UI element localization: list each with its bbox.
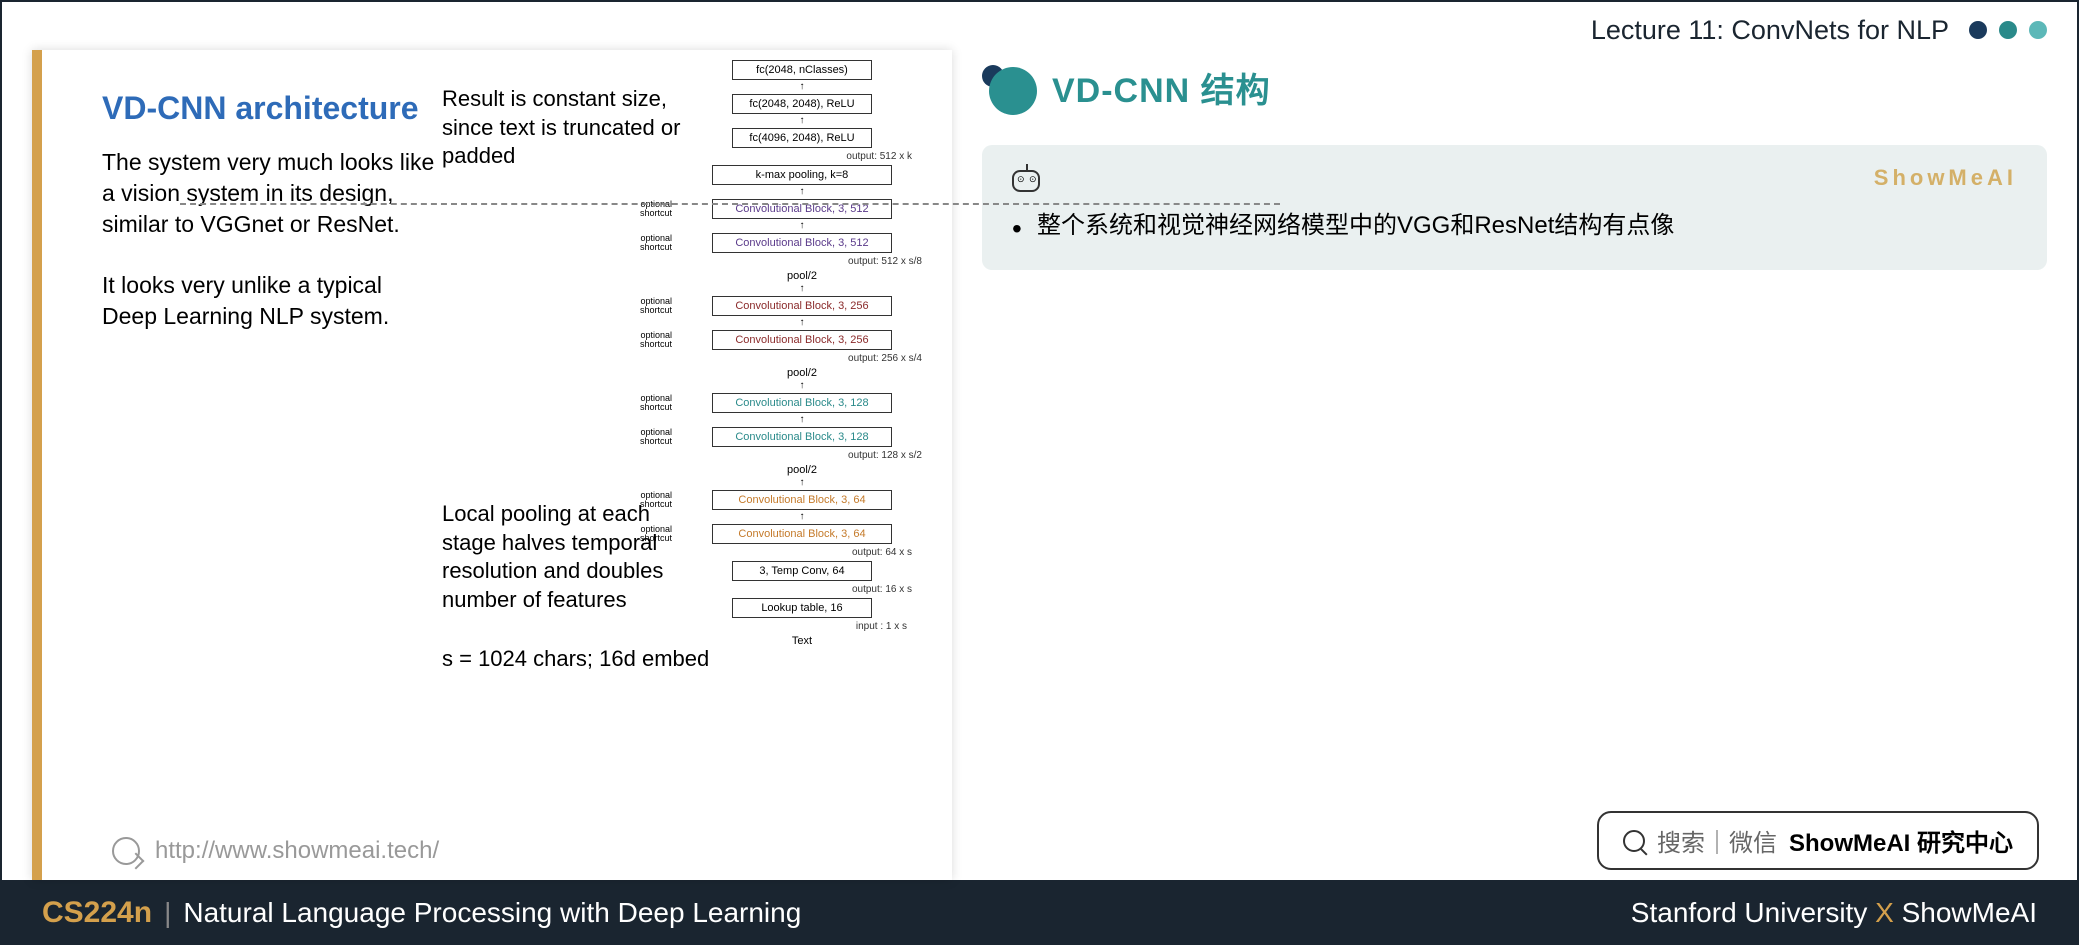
diagram-box: 3, Temp Conv, 64 bbox=[732, 561, 872, 581]
arrow-icon: ↑ bbox=[800, 382, 805, 390]
section-title: VD-CNN 结构 bbox=[1052, 63, 1271, 112]
section-header: VD-CNN 结构 bbox=[982, 60, 2047, 115]
arrow-icon: ↑ bbox=[800, 319, 805, 327]
annotation-text: Result is constant size, since text is t… bbox=[442, 85, 692, 171]
main-content: VD-CNN architecture The system very much… bbox=[2, 50, 2077, 880]
shortcut-label: optional shortcut bbox=[637, 428, 672, 446]
annotation-text: Local pooling at each stage halves tempo… bbox=[442, 500, 692, 614]
divider-text: | bbox=[164, 897, 171, 929]
dot-icon bbox=[2029, 21, 2047, 39]
slide-paragraph: The system very much looks like a vision… bbox=[102, 147, 442, 240]
search-brand: ShowMeAI 研究中心 bbox=[1789, 823, 2013, 858]
search-label: 搜索｜微信 bbox=[1657, 823, 1777, 858]
annotation-text: s = 1024 chars; 16d embed bbox=[442, 645, 709, 674]
slide-body: VD-CNN architecture The system very much… bbox=[42, 50, 952, 880]
robot-icon bbox=[1012, 170, 1040, 192]
separator-x: X bbox=[1875, 897, 1894, 928]
diagram-label: pool/2 bbox=[787, 270, 817, 282]
page-footer: CS224n | Natural Language Processing wit… bbox=[2, 880, 2077, 945]
architecture-diagram: fc(2048, nClasses) ↑ fc(2048, 2048), ReL… bbox=[672, 60, 932, 647]
diagram-box: fc(4096, 2048), ReLU bbox=[732, 128, 872, 148]
url-text[interactable]: http://www.showmeai.tech/ bbox=[155, 837, 439, 865]
diagram-label: output: 512 x k bbox=[846, 151, 912, 162]
diagram-box: Convolutional Block, 3, 256 bbox=[712, 330, 892, 350]
shortcut-label: optional shortcut bbox=[637, 234, 672, 252]
connector-line bbox=[180, 203, 1280, 205]
arrow-icon: ↑ bbox=[800, 416, 805, 424]
dot-icon bbox=[1969, 21, 1987, 39]
diagram-label: output: 16 x s bbox=[852, 584, 912, 595]
arrow-icon: ↑ bbox=[800, 513, 805, 521]
shortcut-label: optional shortcut bbox=[637, 297, 672, 315]
page-header: Lecture 11: ConvNets for NLP bbox=[2, 2, 2077, 50]
section-icon bbox=[982, 60, 1037, 115]
diagram-label: input : 1 x s bbox=[856, 621, 907, 632]
footer-right: Stanford University X ShowMeAI bbox=[1631, 897, 2037, 929]
arrow-icon: ↑ bbox=[800, 285, 805, 293]
diagram-label: pool/2 bbox=[787, 367, 817, 379]
arrow-icon: ↑ bbox=[800, 222, 805, 230]
diagram-box: Convolutional Block, 3, 128 bbox=[712, 427, 892, 447]
arrow-icon: ↑ bbox=[800, 188, 805, 196]
shortcut-label: optional shortcut bbox=[637, 491, 672, 509]
dot-icon bbox=[1999, 21, 2017, 39]
bullet-text: 整个系统和视觉神经网络模型中的VGG和ResNet结构有点像 bbox=[1012, 207, 2017, 245]
university-name: Stanford University bbox=[1631, 897, 1868, 928]
arrow-icon: ↑ bbox=[800, 117, 805, 125]
info-box: ShowMeAI 整个系统和视觉神经网络模型中的VGG和ResNet结构有点像 bbox=[982, 145, 2047, 270]
diagram-box: Convolutional Block, 3, 512 bbox=[712, 233, 892, 253]
diagram-label: pool/2 bbox=[787, 464, 817, 476]
search-hint: 搜索｜微信 ShowMeAI 研究中心 bbox=[1597, 811, 2039, 870]
circle-icon bbox=[989, 67, 1037, 115]
diagram-box: Convolutional Block, 3, 64 bbox=[712, 490, 892, 510]
diagram-label: output: 64 x s bbox=[852, 547, 912, 558]
diagram-label: output: 128 x s/2 bbox=[848, 450, 922, 461]
diagram-box: Convolutional Block, 3, 256 bbox=[712, 296, 892, 316]
diagram-box: Convolutional Block, 3, 128 bbox=[712, 393, 892, 413]
diagram-box: Convolutional Block, 3, 64 bbox=[712, 524, 892, 544]
lecture-title: Lecture 11: ConvNets for NLP bbox=[1591, 15, 1949, 46]
brand-label: ShowMeAI bbox=[1874, 165, 2017, 191]
diagram-label: Text bbox=[792, 635, 812, 647]
url-footer: http://www.showmeai.tech/ bbox=[112, 837, 439, 865]
translation-panel: VD-CNN 结构 ShowMeAI 整个系统和视觉神经网络模型中的VGG和Re… bbox=[982, 50, 2047, 880]
diagram-box: k-max pooling, k=8 bbox=[712, 165, 892, 185]
decorative-dots bbox=[1969, 21, 2047, 39]
brand-name: ShowMeAI bbox=[1902, 897, 2037, 928]
course-subtitle: Natural Language Processing with Deep Le… bbox=[183, 897, 801, 929]
footer-left: CS224n | Natural Language Processing wit… bbox=[42, 896, 801, 930]
diagram-label: output: 256 x s/4 bbox=[848, 353, 922, 364]
diagram-box: fc(2048, nClasses) bbox=[732, 60, 872, 80]
shortcut-label: optional shortcut bbox=[637, 394, 672, 412]
slide-panel: VD-CNN architecture The system very much… bbox=[32, 50, 952, 880]
search-icon bbox=[1623, 830, 1645, 852]
accent-bar bbox=[32, 50, 42, 880]
diagram-box: Convolutional Block, 3, 512 bbox=[712, 199, 892, 219]
diagram-box: fc(2048, 2048), ReLU bbox=[732, 94, 872, 114]
cursor-icon bbox=[112, 837, 140, 865]
course-code: CS224n bbox=[42, 896, 152, 930]
shortcut-label: optional shortcut bbox=[637, 525, 672, 543]
diagram-box: Lookup table, 16 bbox=[732, 598, 872, 618]
arrow-icon: ↑ bbox=[800, 83, 805, 91]
slide-paragraph: It looks very unlike a typical Deep Lear… bbox=[102, 270, 442, 332]
diagram-label: output: 512 x s/8 bbox=[848, 256, 922, 267]
shortcut-label: optional shortcut bbox=[637, 331, 672, 349]
arrow-icon: ↑ bbox=[800, 479, 805, 487]
